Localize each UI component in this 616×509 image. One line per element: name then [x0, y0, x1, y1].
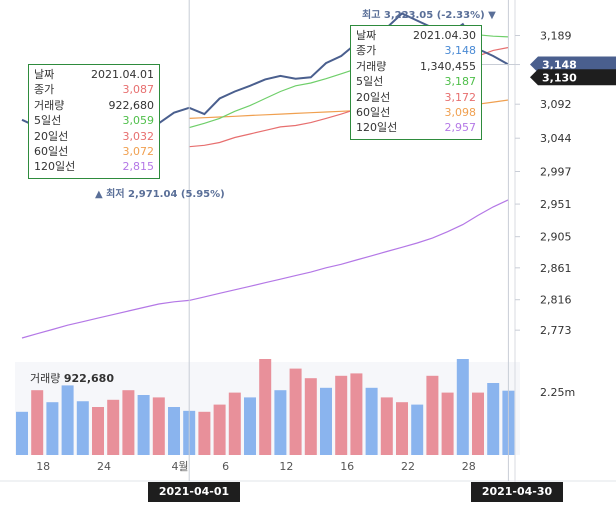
tooltip-close-value: 3,148: [444, 44, 477, 58]
tooltip-close-label: 종가: [34, 83, 55, 97]
volume-bar: [259, 359, 272, 455]
volume-bar: [61, 385, 74, 455]
tooltip-date-label: 날짜: [34, 68, 55, 81]
y-tick-label: 2,905: [540, 231, 572, 244]
volume-panel-value: 922,680: [63, 372, 114, 385]
tooltip-ma120-value: 2,957: [444, 121, 477, 135]
volume-bar: [456, 359, 469, 455]
y-tick-label: 2,861: [540, 262, 572, 275]
y-tick-label: 2,951: [540, 198, 572, 211]
x-tick-label: 28: [462, 460, 476, 473]
volume-bar: [137, 395, 150, 455]
y-tick-label: 2,997: [540, 166, 572, 179]
volume-bar: [274, 390, 287, 455]
volume-bar: [152, 397, 165, 455]
y-tick-label: 2,773: [540, 324, 572, 337]
tooltip-close-value: 3,087: [122, 83, 155, 97]
price-tags: 3,1483,130: [530, 56, 616, 86]
min-price-label: ▲ 최저 2,971.04 (5.95%): [95, 189, 225, 200]
volume-panel-title: 거래량: [30, 372, 61, 385]
volume-bar: [365, 387, 378, 455]
y-tick-label: 3,092: [540, 98, 572, 111]
volume-bar: [396, 402, 408, 455]
volume-bar: [46, 402, 59, 455]
x-tick-label: 4월: [171, 460, 188, 473]
volume-bar: [16, 411, 28, 455]
x-tick-label: 12: [279, 460, 293, 473]
tooltip-ma60-value: 3,072: [122, 145, 155, 159]
max-price-label: 최고 3,223.05 (-2.33%) ▼: [362, 10, 496, 21]
tooltip-ma5-label: 5일선: [356, 75, 384, 89]
x-tick-label: 18: [36, 460, 50, 473]
volume-bar: [350, 373, 363, 455]
tooltip-ma20-value: 3,172: [444, 90, 477, 104]
volume-bar: [335, 375, 348, 455]
tooltip-ma20-label: 20일선: [356, 90, 391, 104]
volume-axis-label: 2.25m: [540, 386, 575, 399]
crosshair-date-badge: 2021-04-01: [148, 482, 240, 502]
y-tick-label: 2,816: [540, 294, 572, 307]
volume-bar: [411, 404, 424, 455]
volume-bar: [198, 411, 211, 455]
y-tick-label: 3,189: [540, 30, 572, 43]
volume-panel-label: 거래량 922,680: [30, 370, 114, 386]
tooltip-ma120-value: 2,815: [122, 160, 155, 174]
volume-bar: [380, 397, 393, 455]
volume-bar: [289, 368, 302, 455]
tooltip-ma60-value: 3,098: [444, 106, 477, 120]
tooltip-ma120-label: 120일선: [356, 121, 398, 135]
tooltip-0401: 날짜 2021.04.01 종가 3,087 거래량 922,680 5일선 3,059…: [28, 64, 160, 179]
tooltip-volume-label: 거래량: [34, 98, 65, 112]
tooltip-date-label: 날짜: [356, 29, 377, 42]
volume-bar: [213, 404, 226, 455]
volume-bar: [228, 392, 241, 455]
tooltip-ma20-value: 3,032: [122, 129, 155, 143]
volume-bar: [487, 383, 500, 455]
price-tag-label: 3,130: [542, 71, 577, 84]
volume-bar: [244, 397, 256, 455]
x-tick-label: 24: [97, 460, 111, 473]
tooltip-ma5-label: 5일선: [34, 114, 62, 128]
tooltip-ma60-label: 60일선: [34, 145, 69, 159]
volume-bar: [426, 375, 439, 455]
tooltip-ma20-label: 20일선: [34, 129, 69, 143]
crosshair-date-badge: 2021-04-30: [471, 482, 563, 502]
tooltip-ma5-value: 3,059: [122, 114, 155, 128]
tooltip-volume-value: 922,680: [108, 98, 155, 112]
tooltip-volume-label: 거래량: [356, 59, 387, 73]
volume-bar: [76, 401, 89, 455]
volume-bar: [320, 387, 332, 455]
tooltip-0430: 날짜 2021.04.30 종가 3,148 거래량 1,340,455 5일선 3,1…: [350, 25, 482, 140]
tooltip-date-value: 2021.04.30: [413, 29, 476, 42]
volume-bar: [472, 392, 484, 455]
tooltip-date-value: 2021.04.01: [91, 68, 154, 81]
volume-bar: [92, 407, 104, 455]
tooltip-volume-value: 1,340,455: [420, 59, 476, 73]
x-tick-label: 22: [401, 460, 415, 473]
volume-bar: [168, 407, 180, 455]
tooltip-close-label: 종가: [356, 44, 377, 58]
x-tick-label: 6: [222, 460, 229, 473]
volume-bar: [122, 390, 135, 455]
y-tick-label: 3,044: [540, 132, 572, 145]
volume-bar: [304, 378, 317, 455]
volume-bar: [31, 390, 44, 455]
x-tick-label: 16: [340, 460, 354, 473]
tooltip-ma5-value: 3,187: [444, 75, 477, 89]
tooltip-ma60-label: 60일선: [356, 106, 391, 120]
volume-bar: [441, 392, 454, 455]
tooltip-ma120-label: 120일선: [34, 160, 76, 174]
volume-bar: [107, 399, 120, 455]
